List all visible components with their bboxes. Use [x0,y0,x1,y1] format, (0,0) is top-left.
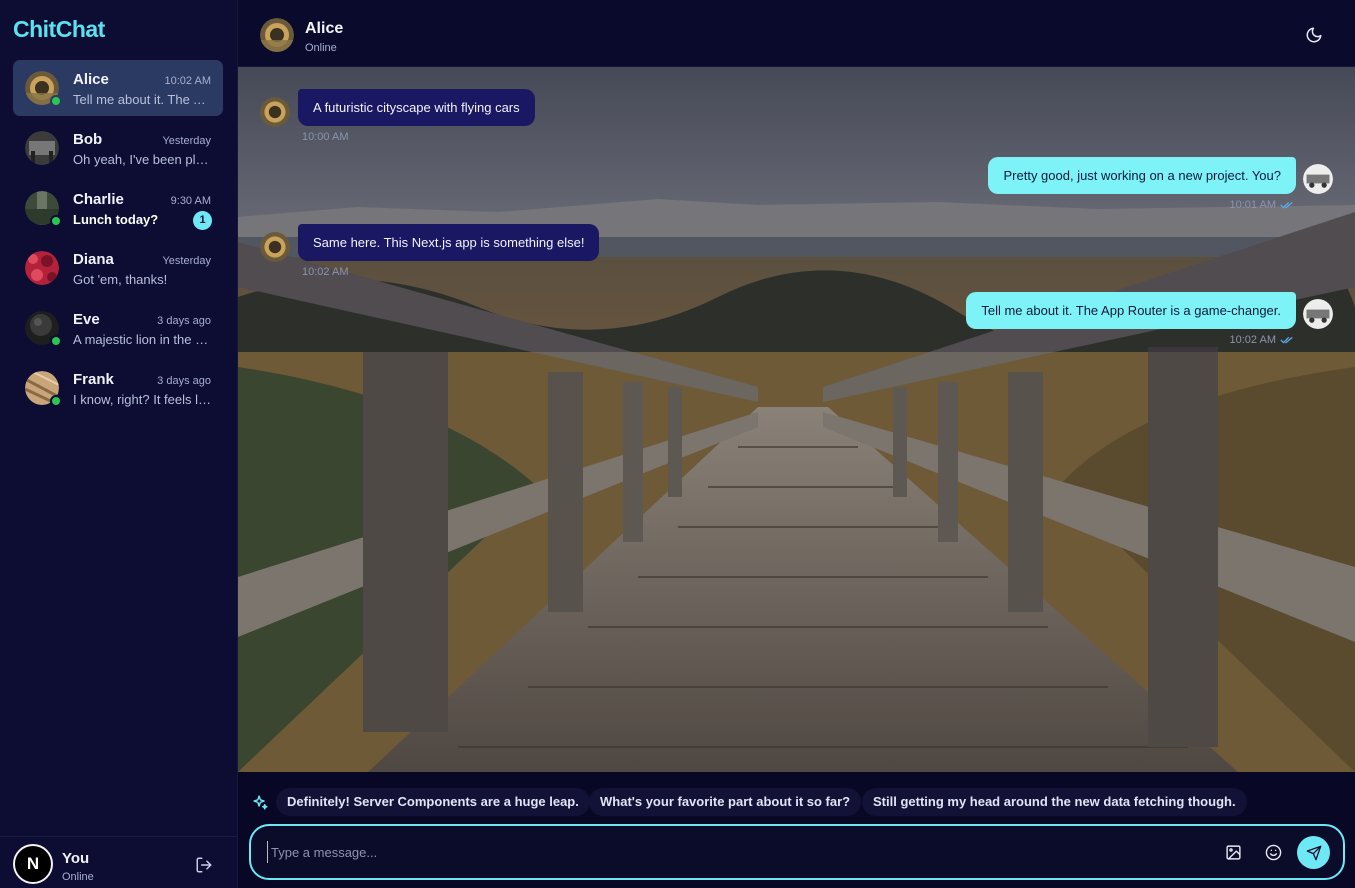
chat-list: Alice 10:02 AM Tell me about it. The App… [13,60,223,420]
user-status: Online [62,871,94,883]
chat-item-eve[interactable]: Eve 3 days ago A majestic lion in the sa… [13,300,223,356]
chat-time: 9:30 AM [170,195,211,207]
chat-item-frank[interactable]: Frank 3 days ago I know, right? It feels… [13,360,223,416]
chat-preview: A majestic lion in the savanna [73,332,213,347]
contact-name: Alice [305,20,344,37]
chat-time: 3 days ago [157,315,211,327]
online-status-dot [50,395,62,407]
chat-preview: Got 'em, thanks! [73,272,168,287]
chat-time: Yesterday [162,255,211,267]
bob-avatar [25,131,59,165]
suggestion-chip[interactable]: Still getting my head around the new dat… [862,788,1247,816]
suggestion-chip[interactable]: What's your favorite part about it so fa… [589,788,862,816]
message-time: 10:02 AM [1229,334,1276,346]
chat-item-bob[interactable]: Bob Yesterday Oh yeah, I've been playing… [13,120,223,176]
chat-name: Bob [73,131,103,148]
unread-badge: 1 [193,211,212,230]
message-bubble-incoming: A futuristic cityscape with flying cars [298,89,535,126]
message-list: A futuristic cityscape with flying cars … [238,67,1355,772]
chat-name: Eve [73,311,100,328]
chat-item-alice[interactable]: Alice 10:02 AM Tell me about it. The App… [13,60,223,116]
suggested-replies: Definitely! Server Components are a huge… [238,788,1355,816]
frank-avatar [25,371,62,407]
double-check-icon [1280,336,1293,344]
image-icon[interactable] [1225,844,1242,861]
chat-name: Diana [73,251,114,268]
contact-status: Online [305,42,337,54]
online-status-dot [50,335,62,347]
contact-avatar[interactable] [260,18,294,52]
message-time-row: 10:01 AM [1230,199,1294,211]
suggestion-chip[interactable]: Definitely! Server Components are a huge… [276,788,590,816]
message-time: 10:00 AM [302,131,349,143]
online-status-dot [50,95,62,107]
brand-logo: ChitChat [13,16,105,42]
chat-item-diana[interactable]: Diana Yesterday Got 'em, thanks! [13,240,223,296]
message-input[interactable] [267,841,1197,863]
chat-preview: I know, right? It feels like magic. [73,392,213,407]
message-composer [249,824,1345,880]
diana-avatar [25,251,59,285]
message-time-row: 10:02 AM [1230,334,1294,346]
chat-item-charlie[interactable]: Charlie 9:30 AM Lunch today? 1 [13,180,223,236]
alice-avatar [260,97,290,127]
chat-name: Charlie [73,191,124,208]
conversation-panel: Alice Online A futuristic cityscape with… [238,0,1355,888]
moon-icon[interactable] [1305,26,1323,44]
chat-preview: Tell me about it. The App Router is a ga… [73,92,213,107]
message-bubble-incoming: Same here. This Next.js app is something… [298,224,600,261]
eve-avatar [25,311,62,347]
chat-preview: Lunch today? [73,212,159,227]
alice-avatar [25,71,62,107]
chat-name: Frank [73,371,114,388]
chat-name: Alice [73,71,109,88]
my-avatar [1303,164,1333,194]
message-bubble-outgoing: Tell me about it. The App Router is a ga… [966,292,1296,329]
conversation-header: Alice Online [238,0,1355,67]
logout-icon[interactable] [195,856,213,874]
my-avatar [1303,299,1333,329]
send-icon [1306,845,1321,860]
double-check-icon [1280,201,1293,209]
alice-avatar [260,232,290,262]
message-time: 10:01 AM [1229,199,1276,211]
chat-time: 10:02 AM [164,75,211,87]
user-avatar[interactable]: N [13,844,53,884]
charlie-avatar [25,191,62,227]
chat-time: Yesterday [162,135,211,147]
sparkle-icon [253,795,268,810]
current-user-panel: N You Online [0,836,238,888]
online-status-dot [50,215,62,227]
user-name: You [62,850,90,867]
chat-time: 3 days ago [157,375,211,387]
emoji-icon[interactable] [1265,844,1282,861]
sidebar: ChitChat Alice 10:02 AM Tell me about it… [0,0,238,888]
chat-app: ChitChat Alice 10:02 AM Tell me about it… [0,0,1355,888]
chat-preview: Oh yeah, I've been playing with it all w… [73,152,213,167]
message-bubble-outgoing: Pretty good, just working on a new proje… [988,157,1296,194]
message-time: 10:02 AM [302,266,349,278]
send-button[interactable] [1297,836,1330,869]
